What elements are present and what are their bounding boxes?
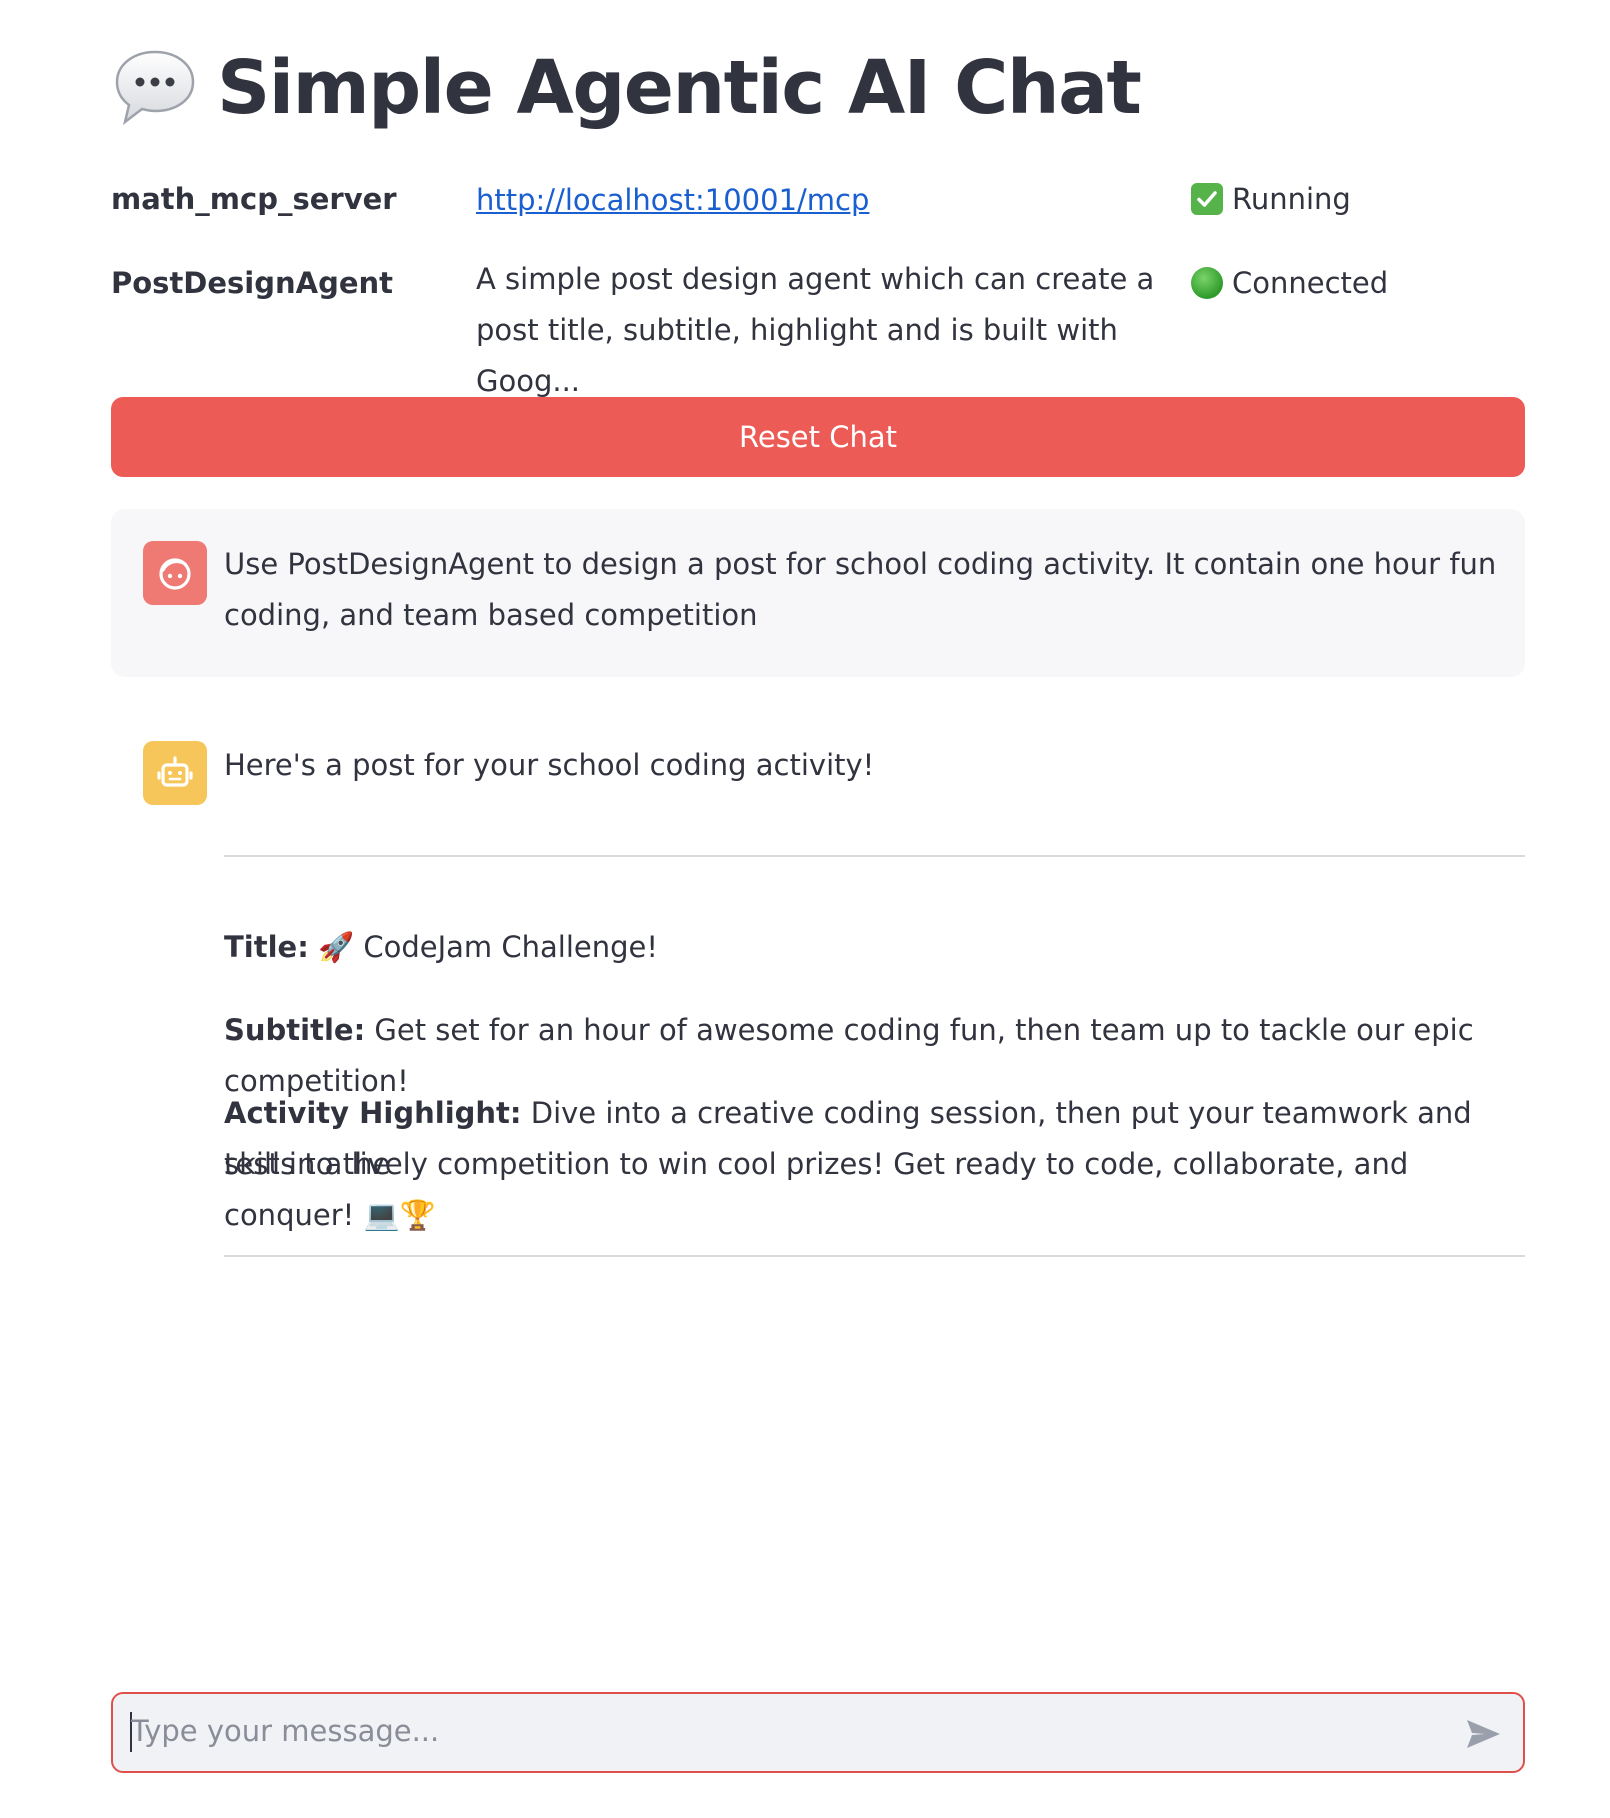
user-face-icon [159, 558, 191, 590]
agent-status: Connected [1191, 266, 1388, 300]
agent-name: PostDesignAgent [111, 266, 394, 300]
server-status: Running [1191, 182, 1351, 216]
chat-input[interactable]: Type your message... [111, 1692, 1525, 1773]
post-highlight-label: Activity Highlight: [224, 1096, 522, 1130]
status-label: Connected [1232, 266, 1389, 300]
title-row: Simple Agentic AI Chat [111, 44, 1142, 132]
assistant-avatar [143, 741, 207, 805]
reset-chat-button[interactable]: Reset Chat [111, 397, 1525, 477]
post-highlight-value-cont: test in a lively competition to win cool… [224, 1147, 1409, 1232]
post-title-label: Title: [224, 930, 309, 964]
page-title: Simple Agentic AI Chat [217, 45, 1142, 131]
page: Simple Agentic AI Chat math_mcp_server h… [0, 0, 1610, 1818]
send-icon[interactable] [1463, 1714, 1503, 1754]
robot-icon [157, 756, 193, 787]
post-highlight-line-2: test in a lively competition to win cool… [224, 1139, 1534, 1241]
server-row-postdesign: PostDesignAgent A simple post design age… [111, 260, 1525, 398]
agent-description: A simple post design agent which can cre… [476, 262, 1155, 398]
post-subtitle-label: Subtitle: [224, 1013, 366, 1047]
divider [224, 1255, 1525, 1257]
post-subtitle-value: Get set for an hour of awesome coding fu… [224, 1013, 1474, 1098]
assistant-intro-text: Here's a post for your school coding act… [224, 748, 875, 782]
check-mark-icon [1191, 183, 1223, 215]
speech-bubble-icon [115, 50, 195, 126]
user-avatar [143, 541, 207, 605]
divider [224, 855, 1525, 857]
user-message: Use PostDesignAgent to design a post for… [111, 509, 1525, 677]
green-circle-icon [1191, 267, 1223, 299]
server-row-math: math_mcp_server http://localhost:10001/m… [111, 182, 1525, 232]
server-name: math_mcp_server [111, 182, 397, 216]
chat-input-placeholder: Type your message... [131, 1714, 440, 1748]
status-label: Running [1232, 182, 1351, 216]
post-title-value: 🚀 CodeJam Challenge! [318, 930, 658, 964]
user-message-text: Use PostDesignAgent to design a post for… [224, 547, 1497, 632]
post-title-line: Title: 🚀 CodeJam Challenge! [224, 922, 1534, 973]
server-url-link[interactable]: http://localhost:10001/mcp [476, 182, 1186, 218]
